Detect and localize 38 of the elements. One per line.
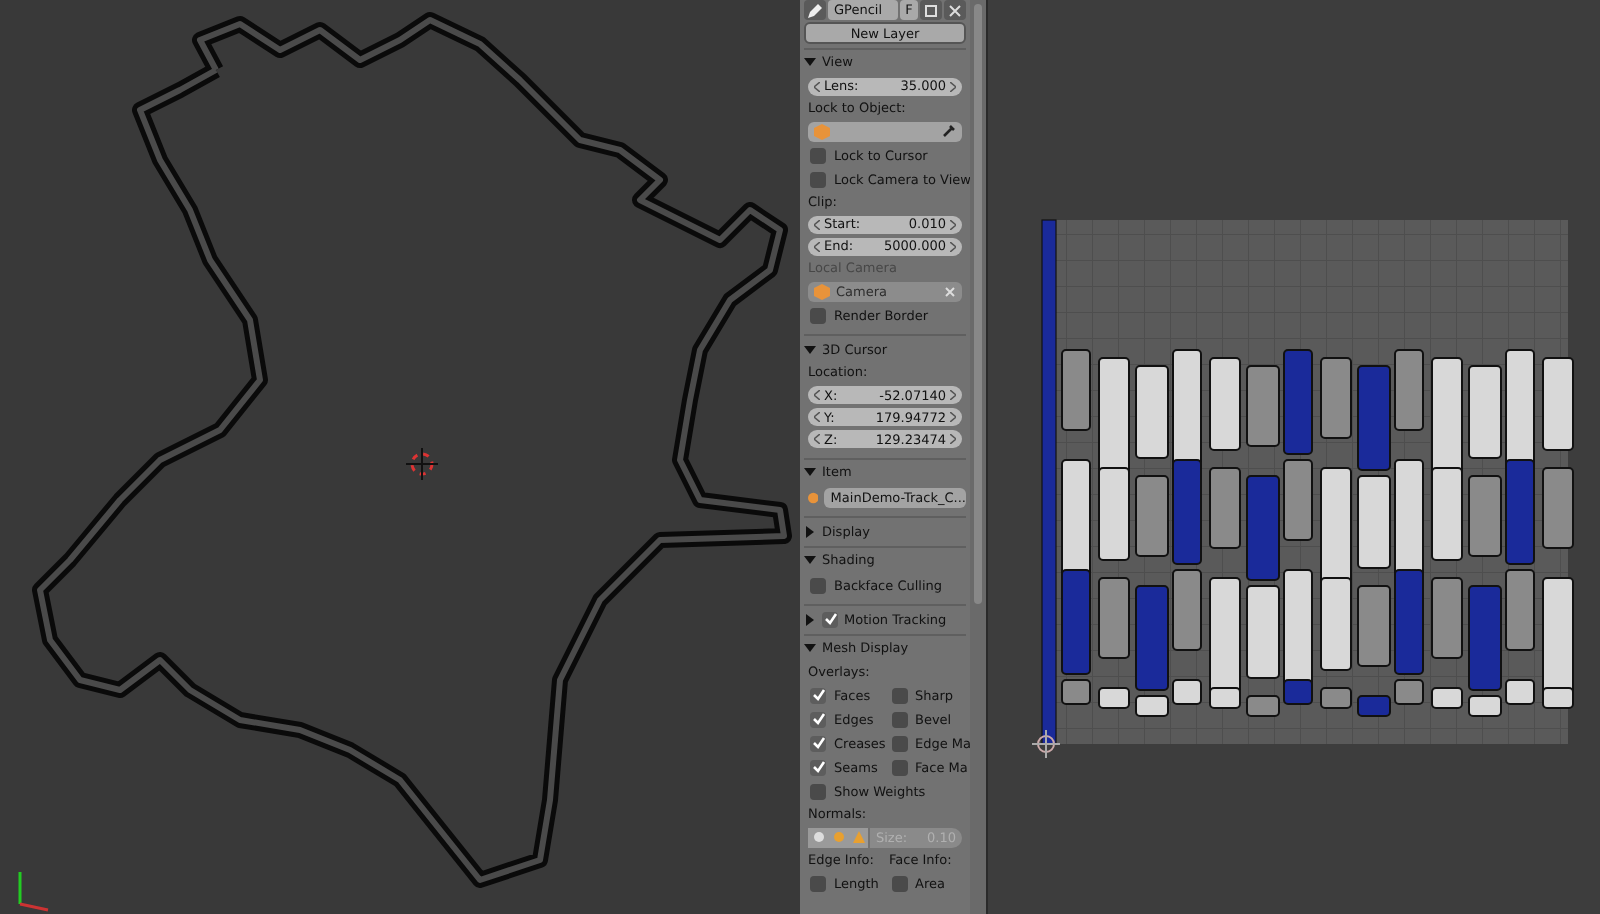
checkbox[interactable] — [810, 171, 826, 188]
checkbox[interactable] — [810, 307, 826, 324]
axis-icon — [18, 872, 49, 912]
2d-cursor-icon — [1031, 729, 1061, 759]
copy-icon[interactable] — [920, 0, 942, 20]
checkbox[interactable] — [810, 711, 826, 728]
sphere-icon — [808, 490, 819, 507]
pencil-icon[interactable] — [804, 0, 826, 20]
checkbox[interactable] — [891, 735, 907, 752]
checkbox[interactable] — [810, 735, 826, 752]
checkbox[interactable] — [810, 147, 826, 164]
collapse-triangle-icon[interactable] — [804, 642, 816, 655]
checkbox[interactable] — [810, 687, 826, 704]
collapse-triangle-icon[interactable] — [804, 56, 816, 69]
checkbox[interactable] — [810, 759, 826, 776]
collapse-triangle-icon[interactable] — [804, 343, 816, 356]
checkbox[interactable] — [891, 687, 907, 704]
checkbox[interactable] — [891, 875, 907, 892]
cube-icon — [814, 123, 830, 140]
collapse-triangle-icon[interactable] — [804, 466, 816, 479]
vertex-normal-icon[interactable] — [808, 827, 828, 848]
3d-cursor-icon — [405, 447, 439, 481]
expand-triangle-icon[interactable] — [804, 525, 816, 538]
checkbox[interactable] — [891, 759, 907, 776]
checkbox[interactable] — [810, 783, 826, 800]
collapse-triangle-icon[interactable] — [804, 554, 816, 567]
close-icon[interactable] — [944, 0, 966, 20]
expand-triangle-icon[interactable] — [804, 613, 816, 626]
cube-icon — [814, 283, 830, 300]
object-field[interactable] — [808, 121, 962, 142]
checkbox[interactable] — [822, 611, 838, 628]
checkbox[interactable] — [891, 711, 907, 728]
face-normal-icon[interactable] — [848, 827, 868, 848]
checkbox[interactable] — [810, 577, 826, 594]
eyedropper-icon[interactable] — [942, 124, 956, 139]
scrollbar[interactable] — [970, 0, 988, 914]
checkbox[interactable] — [810, 875, 826, 892]
loop-normal-icon[interactable] — [828, 827, 848, 848]
